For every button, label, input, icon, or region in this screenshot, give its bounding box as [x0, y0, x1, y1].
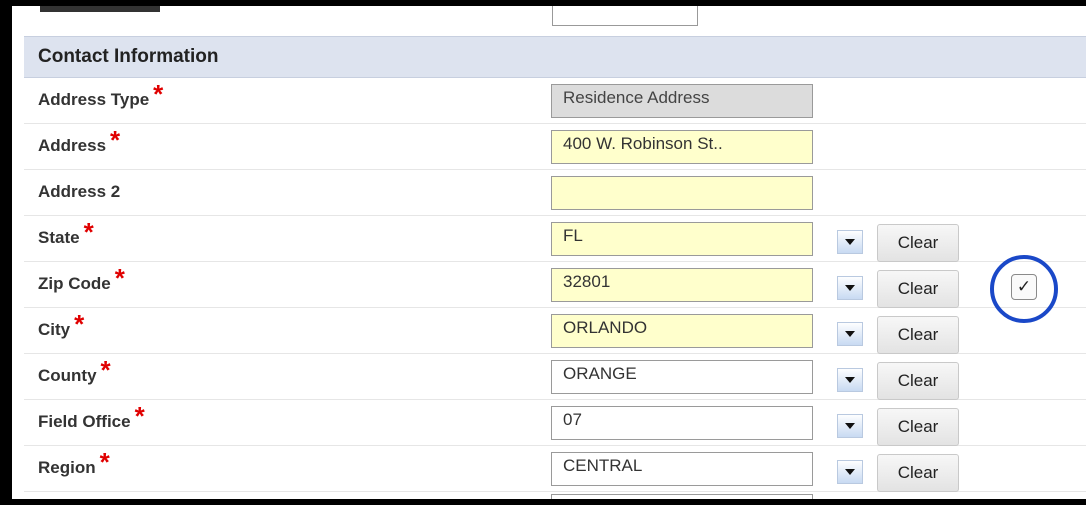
zip-input[interactable]: 32801 — [551, 268, 813, 302]
region-input[interactable]: CENTRAL — [551, 452, 813, 486]
region-label-text: Region — [38, 458, 96, 477]
region-dropdown-button[interactable] — [837, 460, 863, 484]
address-label: Address * — [38, 127, 120, 156]
chevron-down-icon — [845, 377, 855, 383]
contact-form: Contact Information Address Type * Reside… — [24, 6, 1086, 499]
row-field-office: Field Office * 07 Clear — [24, 400, 1086, 446]
row-city: City * ORLANDO Clear — [24, 308, 1086, 354]
chevron-down-icon — [845, 331, 855, 337]
address-type-label: Address Type * — [38, 81, 163, 110]
city-input[interactable]: ORLANDO — [551, 314, 813, 348]
county-clear-button[interactable]: Clear — [877, 362, 959, 400]
required-marker: * — [83, 217, 94, 247]
region-label: Region * — [38, 449, 110, 478]
cut-off-field[interactable] — [552, 6, 698, 26]
required-marker: * — [134, 401, 145, 431]
cut-off-bottom-field[interactable] — [551, 494, 813, 499]
row-address: Address * 400 W. Robinson St.. — [24, 124, 1086, 170]
required-marker: * — [114, 263, 125, 293]
verify-highlight-circle: ✓ — [990, 255, 1058, 323]
field-office-label: Field Office * — [38, 403, 145, 432]
row-county: County * ORANGE Clear — [24, 354, 1086, 400]
checkmark-icon: ✓ — [1016, 277, 1032, 296]
field-office-label-text: Field Office — [38, 412, 131, 431]
county-dropdown-button[interactable] — [837, 368, 863, 392]
verify-zip-button[interactable]: ✓ — [1011, 274, 1037, 300]
county-label-text: County — [38, 366, 97, 385]
chevron-down-icon — [845, 239, 855, 245]
state-label: State * — [38, 219, 94, 248]
county-input[interactable]: ORANGE — [551, 360, 813, 394]
zip-clear-button[interactable]: Clear — [877, 270, 959, 308]
city-clear-button[interactable]: Clear — [877, 316, 959, 354]
section-title: Contact Information — [38, 46, 219, 67]
county-label: County * — [38, 357, 111, 386]
address-type-label-text: Address Type — [38, 90, 150, 109]
required-marker: * — [99, 447, 110, 477]
address-type-field: Residence Address — [551, 84, 813, 118]
state-clear-button[interactable]: Clear — [877, 224, 959, 262]
chevron-down-icon — [845, 285, 855, 291]
state-label-text: State — [38, 228, 80, 247]
city-dropdown-button[interactable] — [837, 322, 863, 346]
row-address2: Address 2 — [24, 170, 1086, 216]
region-clear-button[interactable]: Clear — [877, 454, 959, 492]
required-marker: * — [110, 125, 121, 155]
row-zip: Zip Code * 32801 Clear — [24, 262, 1086, 308]
chevron-down-icon — [845, 423, 855, 429]
required-marker: * — [153, 79, 164, 109]
state-input[interactable]: FL — [551, 222, 813, 256]
required-marker: * — [74, 309, 85, 339]
address-input[interactable]: 400 W. Robinson St.. — [551, 130, 813, 164]
zip-label: Zip Code * — [38, 265, 125, 294]
cut-off-label — [40, 6, 160, 12]
required-marker: * — [100, 355, 111, 385]
field-office-input[interactable]: 07 — [551, 406, 813, 440]
section-header: Contact Information — [24, 36, 1086, 78]
city-label: City * — [38, 311, 84, 340]
zip-label-text: Zip Code — [38, 274, 111, 293]
row-address-type: Address Type * Residence Address — [24, 78, 1086, 124]
field-office-clear-button[interactable]: Clear — [877, 408, 959, 446]
address2-input[interactable] — [551, 176, 813, 210]
city-label-text: City — [38, 320, 71, 339]
zip-dropdown-button[interactable] — [837, 276, 863, 300]
state-dropdown-button[interactable] — [837, 230, 863, 254]
address-label-text: Address — [38, 136, 107, 155]
field-office-dropdown-button[interactable] — [837, 414, 863, 438]
row-state: State * FL Clear — [24, 216, 1086, 262]
chevron-down-icon — [845, 469, 855, 475]
address2-label: Address 2 — [38, 182, 121, 201]
row-region: Region * CENTRAL Clear — [24, 446, 1086, 492]
